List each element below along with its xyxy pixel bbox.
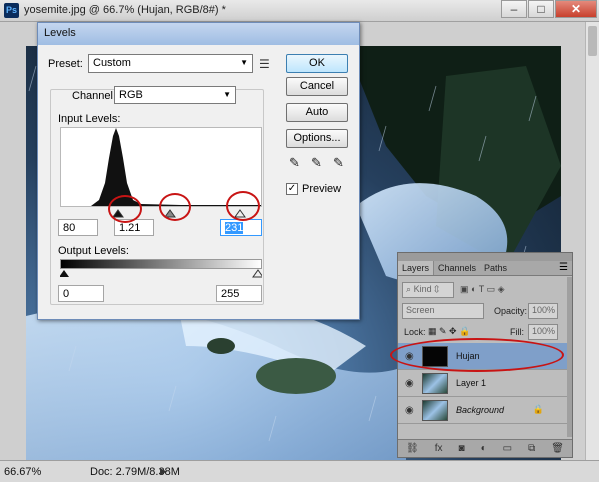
layer-thumbnail	[422, 373, 448, 394]
highlight-ring-white	[226, 191, 260, 221]
layer-thumbnail	[422, 400, 448, 421]
document-title: yosemite.jpg @ 66.7% (Hujan, RGB/8#) *	[24, 4, 226, 16]
white-eyedropper-icon[interactable]: ✎	[333, 155, 344, 171]
vertical-scrollbar[interactable]	[585, 22, 599, 460]
preset-label: Preset:	[48, 58, 83, 70]
chevron-down-icon: ▼	[223, 90, 231, 99]
output-sliders[interactable]	[60, 269, 262, 279]
window-controls: – □ ✕	[500, 0, 597, 18]
input-white-value: 231	[225, 222, 244, 234]
output-black-slider[interactable]	[60, 270, 69, 277]
lock-label: Lock:	[404, 327, 426, 337]
channel-dropdown[interactable]: RGB ▼	[114, 86, 236, 104]
output-white-field[interactable]: 255	[216, 285, 262, 302]
adjustment-icon[interactable]: ◐	[481, 443, 487, 454]
input-black-field[interactable]: 80	[58, 219, 98, 236]
input-levels-label: Input Levels:	[58, 113, 121, 125]
preset-value: Custom	[93, 57, 131, 69]
gray-eyedropper-icon[interactable]: ✎	[311, 155, 322, 171]
zoom-level[interactable]: 66.67%	[4, 466, 41, 478]
mask-icon[interactable]: ◙	[459, 443, 465, 454]
tab-paths[interactable]: Paths	[480, 261, 511, 275]
tab-channels[interactable]: Channels	[434, 261, 480, 275]
preview-checkbox[interactable]: ✓ Preview	[286, 183, 341, 195]
layer-row-background[interactable]: ◉ Background 🔒	[398, 397, 570, 424]
layer-row-layer1[interactable]: ◉ Layer 1	[398, 370, 570, 397]
opacity-field[interactable]: 100%	[528, 303, 558, 319]
maximize-button[interactable]: □	[528, 0, 554, 18]
search-icon: ⌕	[406, 284, 412, 294]
panel-menu-icon[interactable]: ☰	[555, 261, 572, 275]
highlight-ring-layer	[390, 338, 564, 372]
new-layer-icon[interactable]: ⧉	[528, 443, 535, 454]
kind-filter[interactable]: ⌕ Kind ⇕	[402, 282, 454, 298]
photoshop-icon: Ps	[4, 3, 19, 18]
input-white-field[interactable]: 231	[220, 219, 262, 236]
output-gradient	[60, 259, 262, 269]
opacity-label: Opacity:	[494, 306, 528, 316]
options-button[interactable]: Options...	[286, 129, 348, 148]
fill-field[interactable]: 100%	[528, 324, 558, 340]
eye-icon[interactable]: ◉	[405, 378, 414, 389]
auto-button[interactable]: Auto	[286, 103, 348, 122]
chevron-down-icon: ▼	[240, 58, 248, 67]
panel-tabs: Layers Channels Paths ☰	[398, 261, 572, 276]
layers-bottom-bar: ⛓ fx ◙ ◐ ▭ ⧉ 🗑	[398, 439, 572, 457]
link-icon[interactable]: ⛓	[406, 443, 419, 454]
channel-value: RGB	[119, 89, 143, 101]
preview-check-icon[interactable]: ✓	[286, 183, 298, 195]
document-titlebar[interactable]: Ps yosemite.jpg @ 66.7% (Hujan, RGB/8#) …	[0, 0, 599, 22]
status-bar: 66.67% Doc: 2.79M/8.38M ▶	[0, 460, 599, 482]
eye-icon[interactable]: ◉	[405, 405, 414, 416]
preview-label: Preview	[302, 183, 342, 195]
black-eyedropper-icon[interactable]: ✎	[289, 155, 300, 171]
levels-title[interactable]: Levels	[38, 23, 359, 45]
layers-scrollbar[interactable]	[567, 277, 572, 437]
cancel-button[interactable]: Cancel	[286, 77, 348, 96]
close-button[interactable]: ✕	[555, 0, 597, 18]
minimize-button[interactable]: –	[501, 0, 527, 18]
highlight-ring-gamma	[159, 193, 191, 221]
tab-layers[interactable]: Layers	[398, 261, 435, 275]
preset-dropdown[interactable]: Custom ▼	[88, 54, 253, 73]
trash-icon[interactable]: 🗑	[551, 443, 564, 454]
panel-header-bar[interactable]	[398, 253, 572, 261]
fx-icon[interactable]: fx	[435, 443, 443, 454]
lock-icon: 🔒	[532, 404, 544, 414]
blend-mode-value: Screen	[406, 305, 435, 315]
output-levels-label: Output Levels:	[58, 245, 129, 257]
ok-button[interactable]: OK	[286, 54, 348, 73]
output-black-field[interactable]: 0	[58, 285, 104, 302]
fill-label: Fill:	[510, 327, 524, 337]
kind-label: Kind	[413, 284, 432, 294]
blend-row: Screen Opacity: 100%	[398, 302, 574, 321]
channel-label: Channel:	[70, 90, 119, 102]
output-white-slider[interactable]	[252, 269, 262, 278]
blend-mode-dropdown[interactable]: Screen	[402, 303, 484, 319]
layer-name: Background	[456, 405, 505, 415]
highlight-ring-black	[108, 195, 142, 223]
lock-options-icons[interactable]: ▦ ✎ ✥ 🔒	[428, 326, 470, 337]
filter-row: ⌕ Kind ⇕ ▣ ◐ T ▭ ◈	[398, 281, 574, 300]
status-menu-arrow-icon[interactable]: ▶	[160, 466, 167, 477]
filter-icons[interactable]: ▣ ◐ T ▭ ◈	[460, 284, 505, 295]
preset-options-icon[interactable]: ☰	[259, 57, 270, 71]
scroll-thumb[interactable]	[588, 26, 597, 56]
layer-name: Layer 1	[456, 378, 487, 388]
levels-dialog: Levels Preset: Custom ▼ ☰ OK Cancel Auto…	[37, 22, 360, 320]
group-icon[interactable]: ▭	[503, 443, 512, 454]
